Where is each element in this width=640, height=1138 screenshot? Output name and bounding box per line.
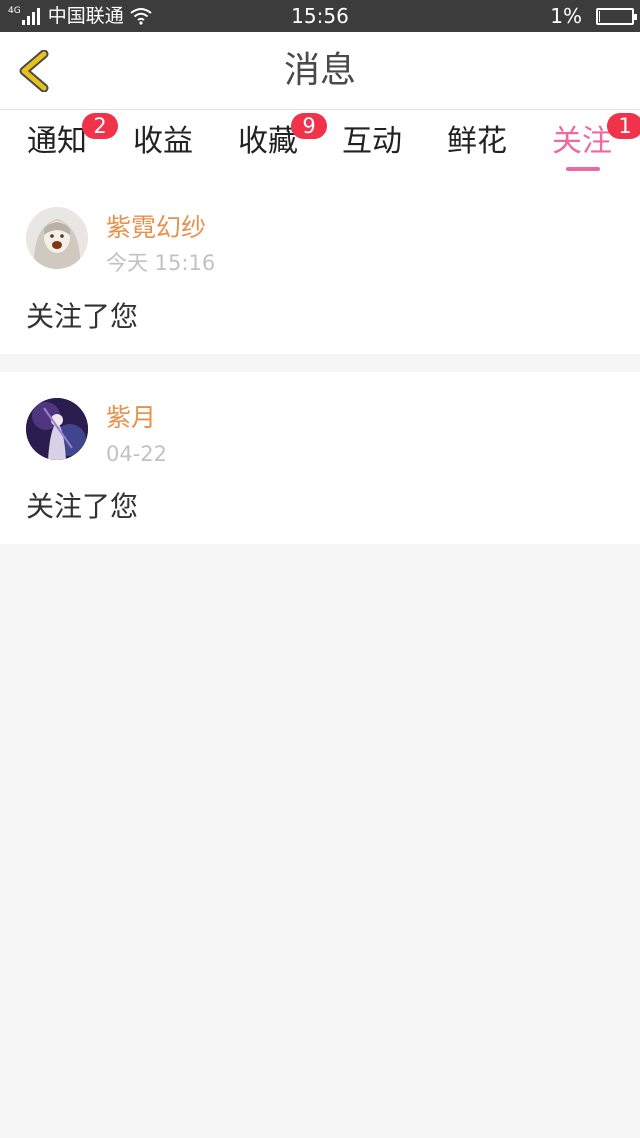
avatar[interactable] <box>26 398 88 460</box>
list-item[interactable]: 紫霓幻纱 今天 15:16 关注了您 <box>0 180 640 354</box>
avatar[interactable] <box>26 207 88 269</box>
tab-favorites[interactable]: 收藏 9 <box>223 113 327 172</box>
unread-badge: 1 <box>607 113 640 139</box>
username[interactable]: 紫月 <box>106 403 156 433</box>
unread-badge: 2 <box>82 113 118 139</box>
battery-percent: 1% <box>550 4 582 28</box>
tab-label: 收益 <box>133 124 193 159</box>
tab-label: 互动 <box>342 124 402 159</box>
tab-label: 通知 <box>27 124 87 159</box>
status-right: 1% <box>550 0 637 32</box>
tab-notifications[interactable]: 通知 2 <box>12 113 118 172</box>
avatar-image <box>26 398 88 460</box>
status-bar: 4G 中国联通 15:56 1% <box>0 0 640 32</box>
message-text: 关注了您 <box>26 490 139 523</box>
list-item[interactable]: 紫月 04-22 关注了您 <box>0 372 640 544</box>
timestamp: 今天 15:16 <box>106 251 216 275</box>
nav-header: 消息 <box>0 32 640 110</box>
page-title: 消息 <box>283 50 356 91</box>
avatar-image <box>26 207 88 269</box>
battery-icon <box>596 7 637 25</box>
timestamp: 04-22 <box>106 442 168 466</box>
username[interactable]: 紫霓幻纱 <box>106 213 206 243</box>
tab-bar: 通知 2 收益 收藏 9 互动 鲜花 关注 1 <box>0 110 640 180</box>
status-time: 15:56 <box>291 4 349 28</box>
active-tab-indicator <box>566 167 600 171</box>
unread-badge: 9 <box>291 113 327 139</box>
tab-following[interactable]: 关注 1 <box>537 113 640 172</box>
tab-label: 关注 <box>552 124 612 159</box>
message-text: 关注了您 <box>26 300 139 333</box>
tab-label: 鲜花 <box>447 124 507 159</box>
tab-label: 收藏 <box>238 124 298 159</box>
tab-interactions[interactable]: 互动 <box>327 122 417 172</box>
tab-earnings[interactable]: 收益 <box>118 122 208 172</box>
tab-flowers[interactable]: 鲜花 <box>432 122 522 172</box>
